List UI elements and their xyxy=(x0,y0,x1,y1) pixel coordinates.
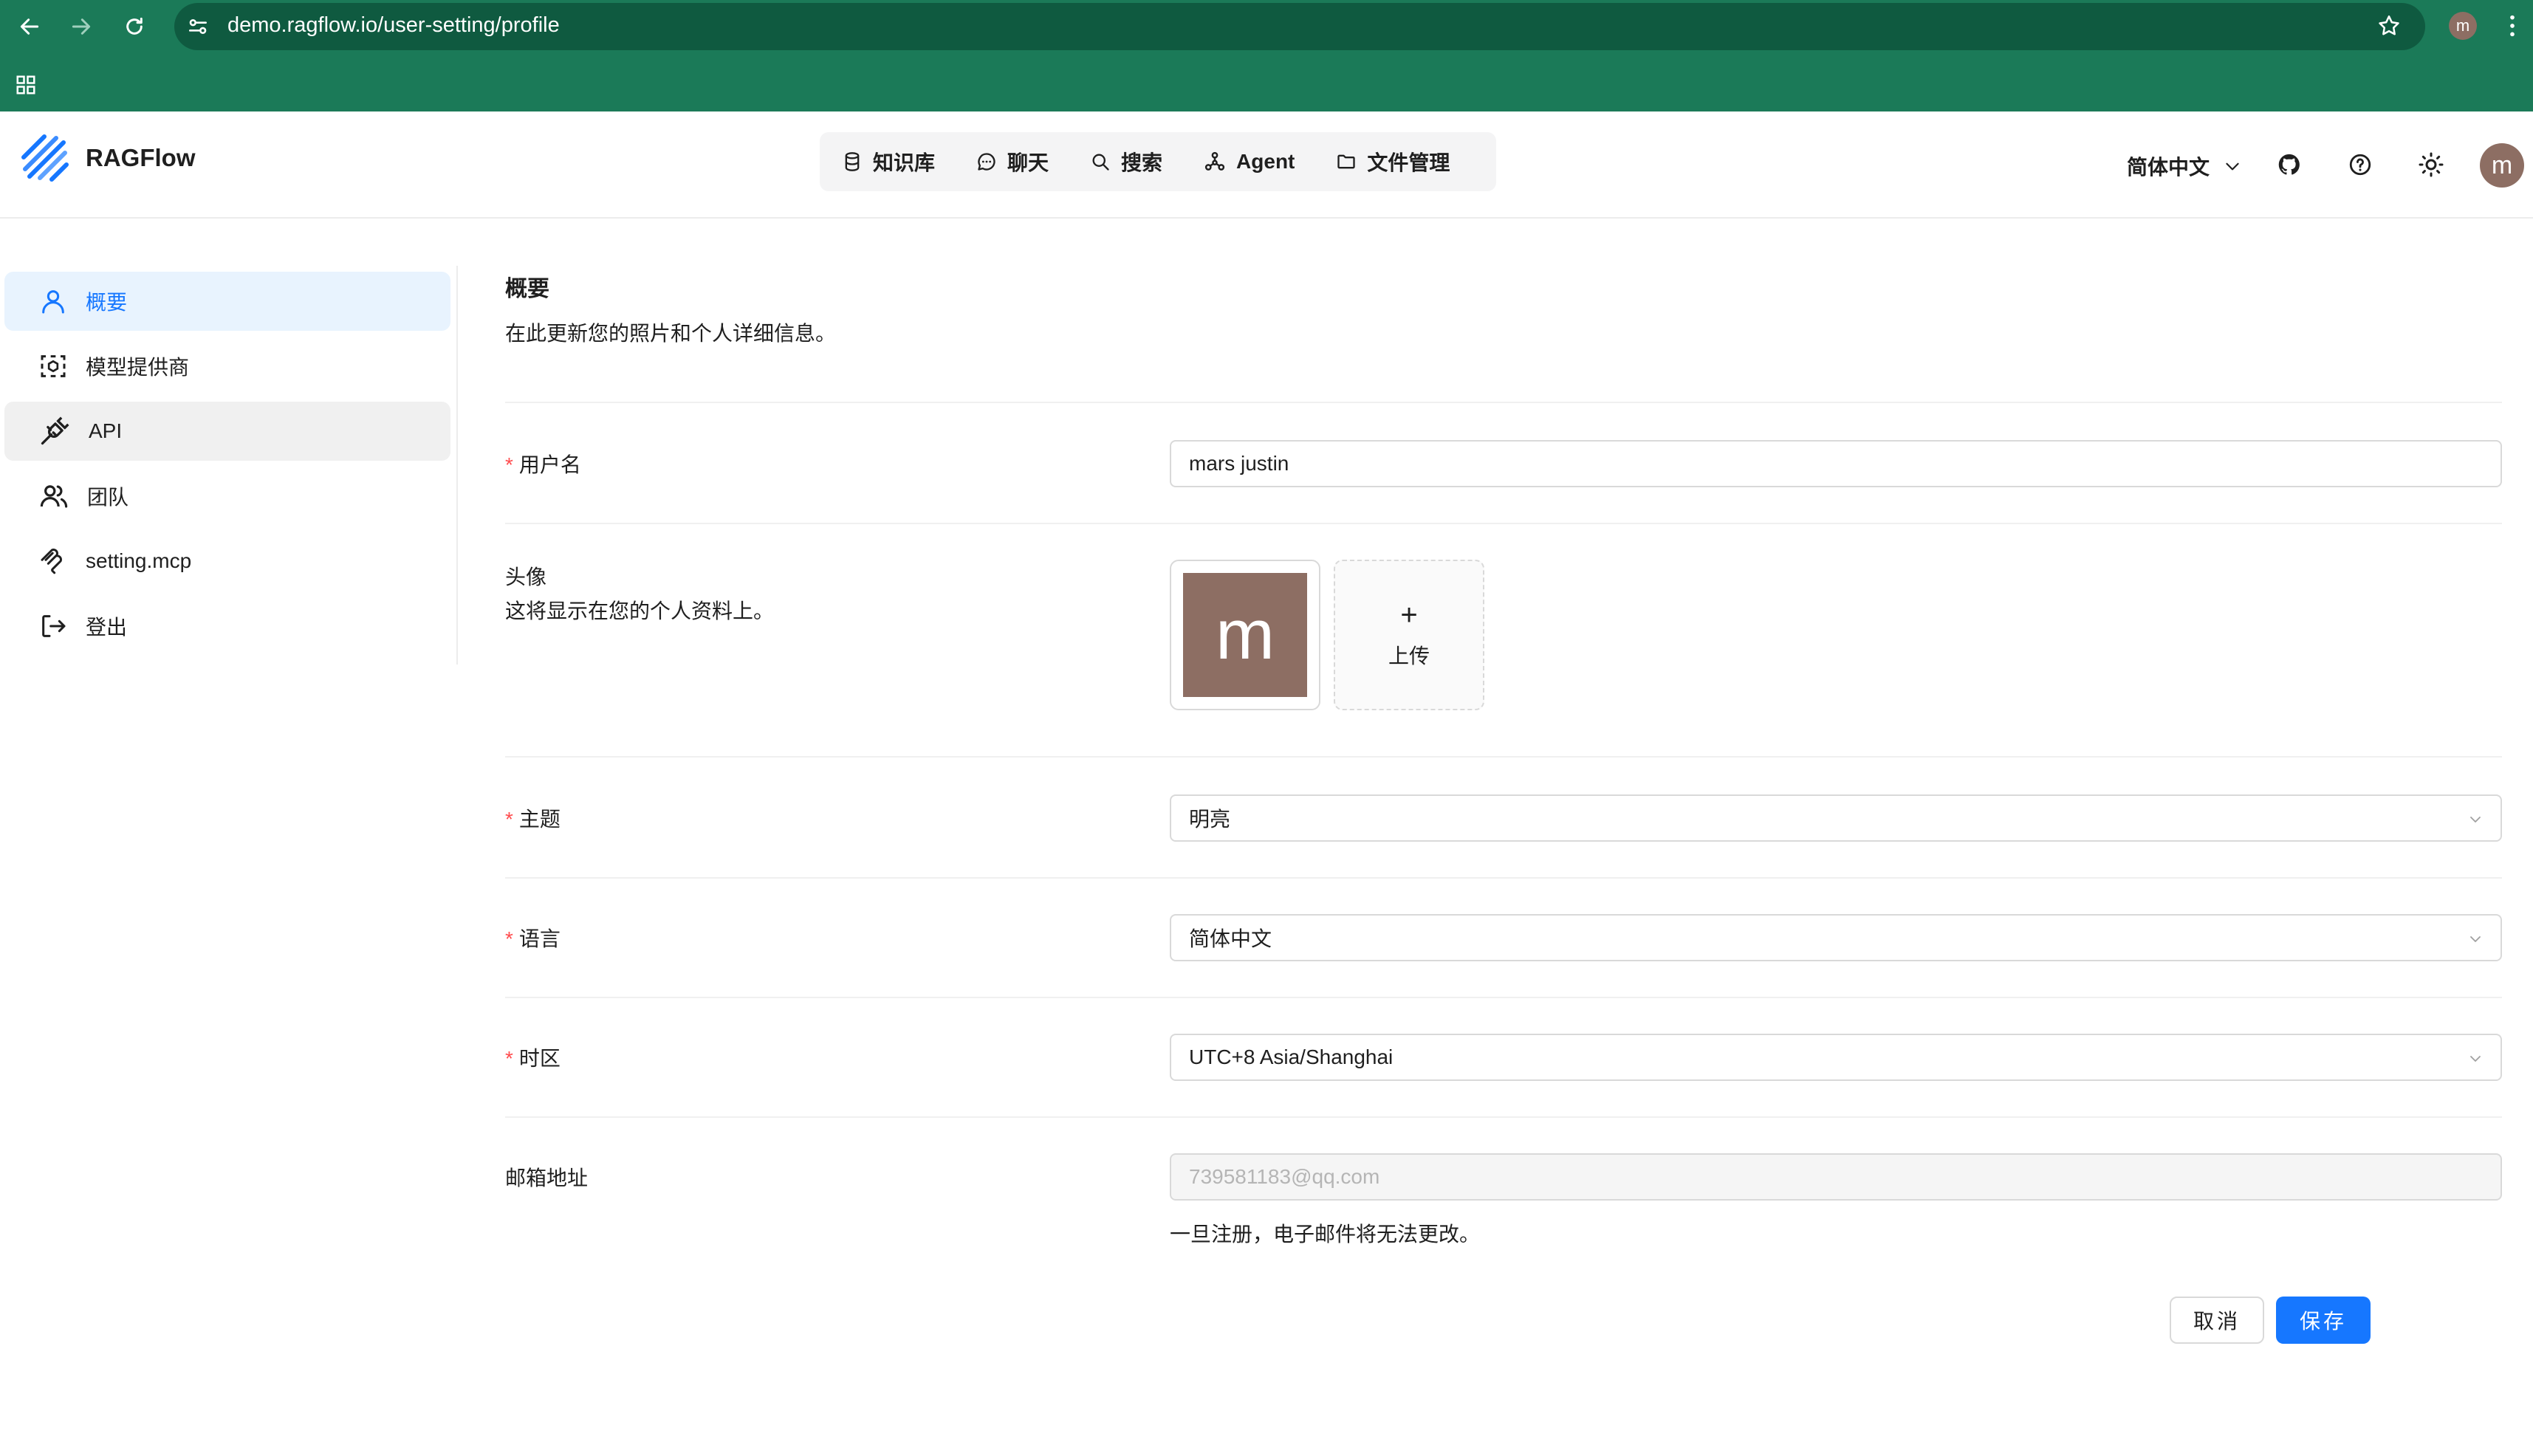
page-title: 概要 xyxy=(505,277,549,301)
sidebar-item-label: 概要 xyxy=(86,291,128,314)
nav-label: 搜索 xyxy=(1121,151,1163,174)
help-circle-icon[interactable] xyxy=(2340,144,2381,185)
theme-label: * 主题 xyxy=(505,803,561,833)
page-subtitle: 在此更新您的照片和个人详细信息。 xyxy=(505,322,837,345)
back-arrow-icon[interactable] xyxy=(18,15,41,38)
nav-label: 文件管理 xyxy=(1367,151,1450,174)
required-mark: * xyxy=(505,808,513,831)
chevron-down-icon xyxy=(2470,1056,2481,1062)
theme-select[interactable]: 明亮 xyxy=(1170,794,2502,842)
divider xyxy=(505,877,2502,879)
app-name[interactable]: RAGFlow xyxy=(86,144,195,172)
username-label-text: 用户名 xyxy=(518,453,581,476)
nav-label: 聊天 xyxy=(1007,151,1049,174)
sidebar-item-team[interactable]: 团队 xyxy=(4,467,450,526)
required-mark: * xyxy=(505,927,513,950)
divider xyxy=(505,523,2502,524)
sidebar-item-model-providers[interactable]: 模型提供商 xyxy=(4,337,450,396)
plug-icon xyxy=(41,416,69,445)
browser-chrome: demo.ragflow.io/user-setting/profile m xyxy=(0,0,2533,111)
sidebar-item-api[interactable]: API xyxy=(4,402,450,461)
required-mark: * xyxy=(505,453,513,476)
user-icon xyxy=(42,290,64,314)
nav-agent[interactable]: Agent xyxy=(1204,150,1295,174)
username-input[interactable]: mars justin xyxy=(1170,440,2502,487)
site-settings-icon[interactable] xyxy=(186,15,210,38)
theme-value: 明亮 xyxy=(1189,808,1231,831)
nav-label: Agent xyxy=(1236,150,1295,173)
timezone-label-text: 时区 xyxy=(518,1047,561,1070)
username-label: * 用户名 xyxy=(505,449,581,478)
reload-icon[interactable] xyxy=(123,15,146,38)
timezone-select[interactable]: UTC+8 Asia/Shanghai xyxy=(1170,1034,2502,1081)
sidebar-item-label: setting.mcp xyxy=(86,549,192,572)
language-label: * 语言 xyxy=(505,923,561,952)
language-label-text: 语言 xyxy=(518,927,561,950)
upload-label: 上传 xyxy=(1388,645,1430,667)
logout-icon xyxy=(42,615,66,637)
app-header: RAGFlow 知识库 聊天 搜索 Agent 文件管理 简体中文 m xyxy=(0,111,2533,219)
top-nav: 知识库 聊天 搜索 Agent 文件管理 xyxy=(820,132,1496,191)
chevron-down-icon xyxy=(2470,936,2481,942)
browser-profile-avatar[interactable]: m xyxy=(2449,12,2477,40)
mcp-icon xyxy=(41,549,62,574)
sidebar-item-label: 团队 xyxy=(87,486,129,509)
divider xyxy=(505,1116,2502,1118)
apps-grid-icon[interactable] xyxy=(15,74,37,96)
chat-bubble-icon xyxy=(978,153,995,171)
divider xyxy=(505,402,2502,403)
email-input: 739581183@qq.com xyxy=(1170,1153,2502,1201)
nav-chat[interactable]: 聊天 xyxy=(976,147,1049,176)
github-icon[interactable] xyxy=(2269,144,2310,185)
divider xyxy=(505,997,2502,998)
address-url[interactable]: demo.ragflow.io/user-setting/profile xyxy=(227,13,560,38)
timezone-value: UTC+8 Asia/Shanghai xyxy=(1189,1045,1394,1068)
avatar-upload-button[interactable]: + 上传 xyxy=(1334,560,1484,710)
sidebar-item-logout[interactable]: 登出 xyxy=(4,597,450,656)
save-button[interactable]: 保存 xyxy=(2276,1297,2371,1344)
settings-sidebar: 概要 模型提供商 API 团队 setting.mcp 登出 xyxy=(0,266,458,665)
cancel-button[interactable]: 取消 xyxy=(2170,1297,2264,1344)
language-label: 简体中文 xyxy=(2127,156,2210,179)
email-value: 739581183@qq.com xyxy=(1189,1165,1380,1188)
divider xyxy=(505,756,2502,758)
sidebar-item-label: 登出 xyxy=(86,616,128,639)
ragflow-logo-icon[interactable] xyxy=(19,132,71,184)
avatar-image: m xyxy=(1183,573,1307,697)
avatar-label: 头像 xyxy=(505,566,547,588)
chevron-down-icon xyxy=(2470,817,2481,823)
nav-search[interactable]: 搜索 xyxy=(1090,147,1162,176)
nav-knowledge-base[interactable]: 知识库 xyxy=(842,147,935,176)
sidebar-item-profile[interactable]: 概要 xyxy=(4,272,450,331)
forward-arrow-icon[interactable] xyxy=(69,15,93,38)
user-avatar[interactable]: m xyxy=(2480,143,2524,188)
chevron-down-icon xyxy=(2226,162,2239,171)
nav-label: 知识库 xyxy=(873,151,936,174)
database-icon xyxy=(845,152,860,171)
plus-icon: + xyxy=(1400,599,1418,631)
team-icon xyxy=(40,485,68,508)
theme-label-text: 主题 xyxy=(518,808,561,831)
avatar-description: 这将显示在您的个人资料上。 xyxy=(505,600,775,622)
browser-menu-icon[interactable] xyxy=(2506,13,2518,38)
language-switcher[interactable]: 简体中文 xyxy=(2127,151,2242,181)
email-label: 邮箱地址 xyxy=(505,1167,589,1189)
sidebar-item-mcp[interactable]: setting.mcp xyxy=(4,532,450,591)
model-box-icon xyxy=(41,355,66,377)
folder-icon xyxy=(1337,154,1356,169)
avatar-preview[interactable]: m xyxy=(1170,560,1320,710)
sidebar-item-label: 模型提供商 xyxy=(86,356,190,379)
username-value: mars justin xyxy=(1189,452,1289,475)
theme-sun-icon[interactable] xyxy=(2410,144,2452,185)
required-mark: * xyxy=(505,1047,513,1070)
bookmark-star-icon[interactable] xyxy=(2376,13,2402,38)
sidebar-item-label: API xyxy=(89,419,123,442)
timezone-label: * 时区 xyxy=(505,1043,561,1072)
language-select[interactable]: 简体中文 xyxy=(1170,914,2502,961)
nav-file-management[interactable]: 文件管理 xyxy=(1336,147,1450,176)
email-hint: 一旦注册，电子邮件将无法更改。 xyxy=(1170,1223,1481,1246)
agent-graph-icon xyxy=(1204,151,1225,171)
language-value: 简体中文 xyxy=(1189,927,1272,950)
search-icon xyxy=(1092,154,1109,171)
